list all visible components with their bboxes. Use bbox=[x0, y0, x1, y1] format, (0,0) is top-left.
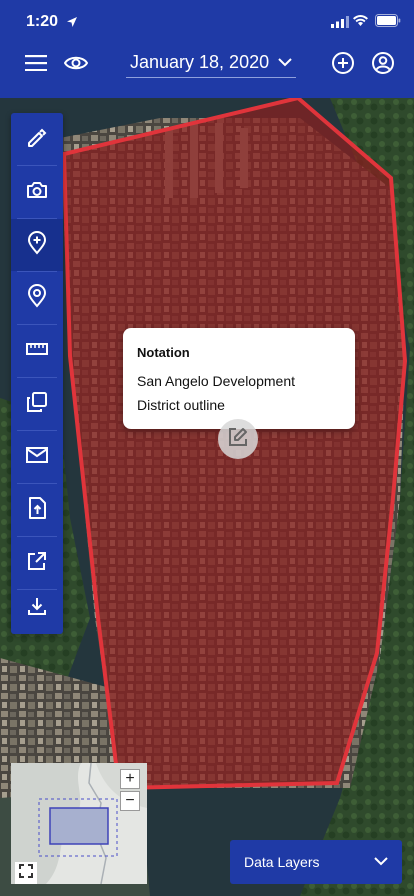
copy-icon bbox=[26, 391, 48, 418]
app-header: 1:20 January 18, 2020 bbox=[0, 0, 414, 98]
add-circle-icon bbox=[331, 51, 355, 80]
menu-icon bbox=[25, 54, 47, 76]
chevron-down-icon bbox=[374, 853, 388, 871]
ruler-icon bbox=[26, 342, 48, 360]
location-pin-icon bbox=[27, 283, 47, 313]
side-toolbar bbox=[11, 113, 63, 634]
zoom-out-button[interactable]: − bbox=[120, 791, 140, 811]
mail-tool-button[interactable] bbox=[11, 431, 63, 483]
add-button[interactable] bbox=[328, 50, 358, 80]
popup-title: Notation bbox=[137, 345, 190, 360]
edit-tool-button[interactable] bbox=[11, 113, 63, 165]
battery-icon bbox=[375, 14, 401, 32]
camera-icon bbox=[26, 180, 48, 205]
measure-tool-button[interactable] bbox=[11, 325, 63, 377]
data-layers-dropdown[interactable]: Data Layers bbox=[230, 840, 402, 884]
signal-icon bbox=[331, 15, 349, 33]
eye-icon bbox=[63, 55, 89, 76]
edit-note-icon bbox=[228, 427, 248, 452]
download-tool-button[interactable] bbox=[11, 582, 63, 634]
location-tool-button[interactable] bbox=[11, 272, 63, 324]
location-arrow-icon bbox=[66, 15, 78, 33]
zoom-in-button[interactable]: + bbox=[120, 769, 140, 789]
date-selector[interactable]: January 18, 2020 bbox=[126, 48, 296, 78]
notation-marker[interactable] bbox=[218, 419, 258, 459]
fullscreen-icon bbox=[19, 863, 33, 883]
edit-icon bbox=[26, 126, 48, 153]
visibility-button[interactable] bbox=[61, 50, 91, 80]
account-circle-icon bbox=[371, 51, 395, 80]
date-value: January 18, 2020 bbox=[130, 52, 270, 72]
menu-button[interactable] bbox=[21, 50, 51, 80]
add-location-tool-button[interactable] bbox=[11, 219, 63, 271]
upload-file-icon bbox=[28, 496, 46, 524]
upload-tool-button[interactable] bbox=[11, 484, 63, 536]
data-layers-label: Data Layers bbox=[244, 854, 320, 870]
status-bar: 1:20 bbox=[0, 0, 414, 44]
notation-popup: Notation San Angelo Development District… bbox=[123, 328, 355, 429]
download-icon bbox=[27, 596, 47, 621]
popup-line-1: San Angelo Development bbox=[137, 373, 295, 389]
external-link-icon bbox=[27, 551, 47, 576]
account-button[interactable] bbox=[368, 50, 398, 80]
mail-icon bbox=[26, 446, 48, 468]
fullscreen-button[interactable] bbox=[15, 862, 37, 884]
status-time: 1:20 bbox=[26, 13, 59, 30]
wifi-icon bbox=[352, 14, 369, 32]
add-location-icon bbox=[27, 230, 47, 260]
camera-tool-button[interactable] bbox=[11, 166, 63, 218]
chevron-down-icon bbox=[278, 54, 292, 72]
copy-tool-button[interactable] bbox=[11, 378, 63, 430]
popup-line-2: District outline bbox=[137, 397, 225, 413]
